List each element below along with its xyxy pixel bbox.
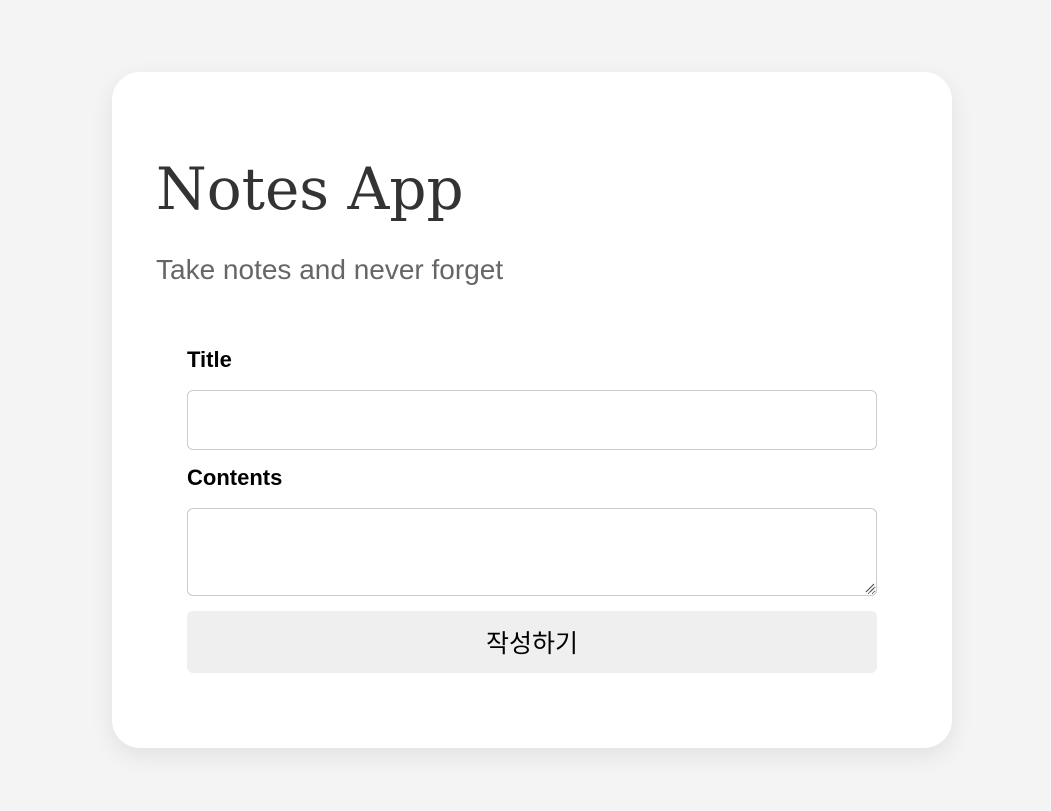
page-title: Notes App (156, 155, 464, 223)
page-subtitle: Take notes and never forget (156, 254, 504, 285)
submit-button[interactable]: 작성하기 (187, 611, 877, 673)
contents-textarea[interactable] (187, 508, 877, 596)
notes-card: Notes App Take notes and never forget Ti… (112, 72, 952, 748)
title-label: Title (187, 347, 232, 372)
title-input[interactable] (187, 390, 877, 450)
contents-label: Contents (187, 465, 283, 490)
